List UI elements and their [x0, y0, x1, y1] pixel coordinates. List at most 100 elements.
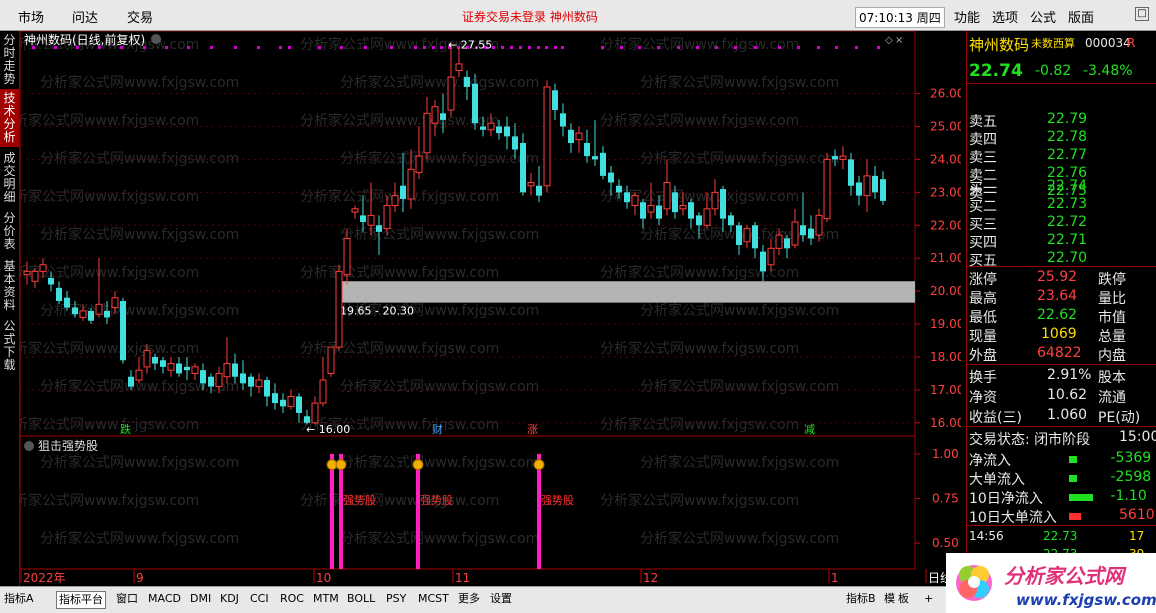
tab-template-2[interactable]: 板: [896, 591, 911, 609]
tick-volume: 17: [1129, 529, 1145, 543]
price-tick-label: 16.00: [930, 416, 961, 430]
tab-dmi[interactable]: DMI: [188, 591, 213, 609]
watermark-text: 分析家公式网www.fxjgsw.com: [600, 492, 799, 509]
tab-template-1[interactable]: 模: [882, 591, 897, 609]
tab-trades[interactable]: 成交明细: [0, 149, 19, 207]
price-axis: 26.00 25.00 24.00 23.00 22.00 21.00 20.00 19.00…: [915, 87, 964, 430]
tab-boll[interactable]: BOLL: [345, 591, 377, 609]
bid-row-value: 22.70: [1047, 250, 1088, 266]
menu-market[interactable]: 市场: [18, 7, 44, 26]
tab-kdj[interactable]: KDJ: [218, 591, 241, 609]
candle-body: [608, 172, 614, 183]
flow-value: 5610: [1119, 507, 1155, 523]
tab-psy[interactable]: PSY: [384, 591, 408, 609]
tab-price-table[interactable]: 分价表: [0, 209, 19, 255]
ask-row-value: 22.79: [1047, 111, 1088, 127]
dot-marker: [440, 46, 443, 49]
watermark-text: 分析家公式网www.fxjgsw.com: [40, 150, 239, 167]
flower-icon: [956, 565, 992, 601]
tab-more[interactable]: 更多: [456, 591, 482, 609]
watermark-text: 分析家公式网www.fxjgsw.com: [640, 454, 839, 471]
menu-wenda[interactable]: 问达: [72, 7, 98, 26]
tab-formula-download[interactable]: 公式下载: [0, 317, 19, 375]
watermark-text: 分析家公式网www.fxjgsw.com: [640, 530, 839, 547]
event-tag: 涨: [527, 423, 538, 436]
candle-body: [327, 346, 335, 374]
candle-body: [672, 192, 678, 213]
stat-row-label: 外盘: [969, 348, 997, 364]
stat2-row-value: 2.91%: [1047, 367, 1092, 383]
date-label: 11: [455, 571, 470, 585]
candle-body: [624, 192, 630, 203]
stock-mode: 未数西算: [1031, 37, 1075, 50]
tab-indicator-b[interactable]: 指标B: [844, 591, 878, 609]
watermark-text: 分析家公式网www.fxjgsw.com: [20, 112, 199, 129]
bid-row-label: 买二: [969, 199, 997, 215]
candle-body: [48, 277, 54, 285]
watermark-text: 分析家公式网www.fxjgsw.com: [40, 454, 239, 471]
candle-body: [447, 76, 455, 111]
tab-macd[interactable]: MACD: [146, 591, 183, 609]
stat-row-value: 25.92: [1037, 269, 1078, 285]
candle-body: [863, 175, 871, 197]
candle-body: [208, 376, 214, 387]
chart-title: 神州数码(日线,前复权): [24, 32, 145, 47]
date-label: 1: [831, 571, 839, 585]
tab-cci[interactable]: CCI: [248, 591, 271, 609]
candle-body: [696, 215, 702, 226]
tab-intraday[interactable]: 分时走势: [0, 31, 19, 89]
price-tick-label: 25.00: [930, 119, 961, 133]
tab-indicator-platform[interactable]: 指标平台: [56, 591, 106, 609]
candle-body: [880, 179, 886, 201]
candle-body: [560, 113, 566, 127]
menu-trade[interactable]: 交易: [127, 7, 153, 26]
stat-row-label: 最高: [969, 291, 997, 307]
candle-body: [383, 205, 391, 230]
settings-icon: [151, 34, 161, 44]
candle-body: [248, 376, 254, 387]
candle-body: [760, 251, 766, 272]
menu-formula[interactable]: 公式: [1030, 7, 1056, 26]
add-tab-button[interactable]: +: [922, 591, 935, 609]
dot-marker: [279, 46, 282, 49]
tab-mtm[interactable]: MTM: [311, 591, 341, 609]
tab-mcst[interactable]: MCST: [416, 591, 451, 609]
bid-row-value: 22.73: [1047, 196, 1088, 212]
tab-settings[interactable]: 设置: [488, 591, 514, 609]
menu-options[interactable]: 选项: [992, 7, 1018, 26]
candle-body: [415, 155, 423, 174]
watermark-text: 分析家公式网www.fxjgsw.com: [40, 226, 239, 243]
tab-roc[interactable]: ROC: [278, 591, 306, 609]
candle-body: [152, 356, 158, 364]
tab-fundamentals[interactable]: 基本资料: [0, 257, 19, 315]
indicator-axis: 1.00 0.75 0.50: [915, 447, 959, 550]
signal-bars: 强势股 强势股 强势股: [326, 453, 574, 569]
watermark-text: 分析家公式网www.fxjgsw.com: [20, 188, 199, 205]
candle-body: [23, 270, 31, 276]
dot-marker: [734, 46, 737, 49]
watermark-text: 分析家公式网www.fxjgsw.com: [600, 264, 799, 281]
candle-body: [64, 297, 70, 308]
candlestick-chart[interactable]: 分析家公式网www.fxjgsw.com 分析家公式网www.fxjgsw.com…: [0, 30, 964, 586]
bid-row-label: 买一: [969, 181, 997, 197]
top-menu-bar: 市场 问达 交易 证券交易未登录 神州数码 07:10:13 周四 功能 选项 …: [0, 0, 1156, 31]
stat-row-value: 1069: [1041, 326, 1077, 342]
chart-area[interactable]: 分析家公式网www.fxjgsw.com 分析家公式网www.fxjgsw.com…: [0, 30, 964, 585]
indicator-tick-label: 0.50: [932, 536, 959, 550]
candle-body: [296, 396, 302, 413]
tab-window[interactable]: 窗口: [114, 591, 140, 609]
restore-icon[interactable]: □: [1135, 7, 1149, 21]
menu-function[interactable]: 功能: [954, 7, 980, 26]
tab-technical[interactable]: 技术分析: [0, 89, 19, 147]
date-axis: 2022年 9 10 11 12 1 日线: [20, 569, 952, 585]
candle-body: [311, 402, 319, 424]
stock-name: 神州数码: [969, 36, 1030, 54]
tab-indicator-a[interactable]: 指标A: [2, 591, 36, 609]
price-change-pct: -3.48%: [1083, 63, 1133, 79]
dot-marker: [364, 46, 367, 49]
flow-bar: [1069, 475, 1077, 482]
date-label: 2022年: [23, 571, 66, 585]
menu-layout[interactable]: 版面: [1068, 7, 1094, 26]
watermark-text: 分析家公式网www.fxjgsw.com: [640, 378, 839, 395]
candle-body: [663, 181, 671, 210]
